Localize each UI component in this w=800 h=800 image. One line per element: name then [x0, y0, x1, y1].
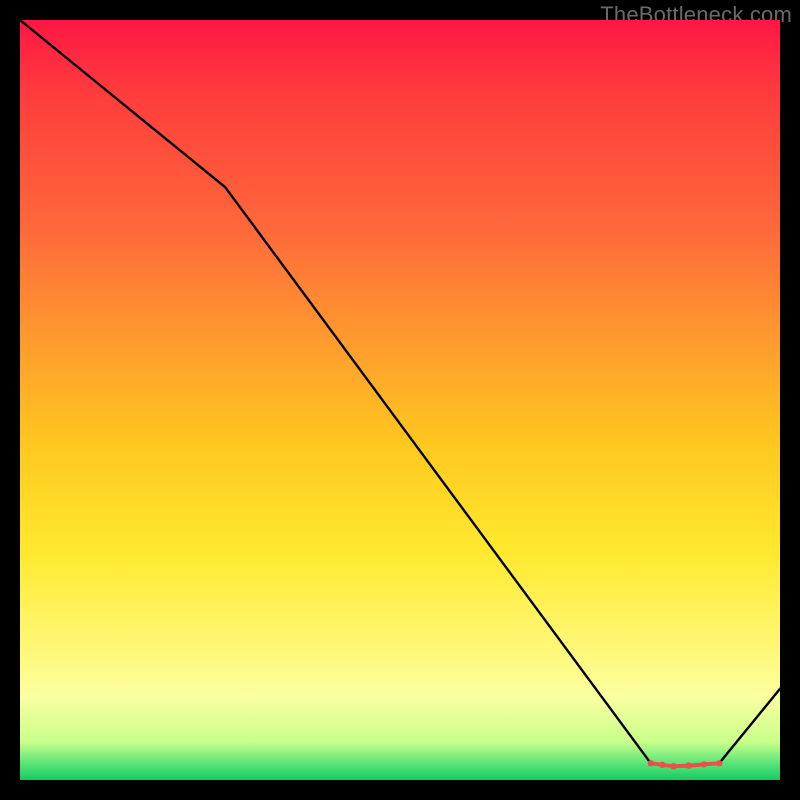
chart-frame: TheBottleneck.com [0, 0, 800, 800]
flat-segment-markers [648, 760, 723, 769]
curve-line [20, 20, 780, 766]
plot-area [20, 20, 780, 780]
chart-svg [20, 20, 780, 780]
